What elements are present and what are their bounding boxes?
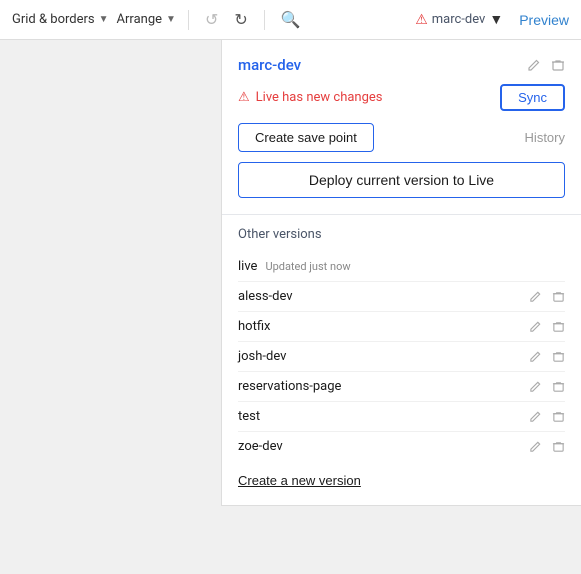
version-edit-button[interactable] [529, 410, 542, 423]
trash-icon [552, 320, 565, 333]
pencil-icon [529, 380, 542, 393]
version-actions [529, 350, 565, 363]
create-new-version-button[interactable]: Create a new version [238, 473, 361, 488]
versions-panel: marc-dev ⚠ Live has new changes Sync [221, 40, 581, 506]
action-row: Create save point History [238, 123, 565, 152]
version-name: zoe-dev [238, 439, 283, 454]
warning-text-label: Live has new changes [256, 90, 383, 105]
version-item: reservations-page [238, 372, 565, 402]
trash-icon [552, 350, 565, 363]
delete-panel-button[interactable] [551, 58, 565, 72]
panel-title: marc-dev [238, 56, 301, 74]
version-item: liveUpdated just now [238, 252, 565, 282]
pencil-icon [529, 320, 542, 333]
grid-borders-menu[interactable]: Grid & borders ▼ [12, 12, 109, 27]
version-delete-button[interactable] [552, 440, 565, 453]
version-name: reservations-page [238, 379, 341, 394]
version-name: hotfix [238, 319, 270, 334]
pencil-icon [529, 440, 542, 453]
warning-message: ⚠ Live has new changes [238, 90, 383, 105]
version-item: zoe-dev [238, 432, 565, 461]
pencil-icon [529, 350, 542, 363]
version-name: josh-dev [238, 349, 286, 364]
history-button[interactable]: History [525, 130, 565, 145]
version-delete-button[interactable] [552, 320, 565, 333]
deploy-button[interactable]: Deploy current version to Live [238, 162, 565, 198]
version-name: test [238, 409, 260, 424]
trash-icon [552, 410, 565, 423]
version-name: liveUpdated just now [238, 259, 351, 274]
alert-icon: ⚠ [415, 12, 428, 28]
pencil-icon [529, 410, 542, 423]
version-item: aless-dev [238, 282, 565, 312]
version-list: liveUpdated just now aless-dev hotfix josh-… [238, 252, 565, 461]
version-edit-button[interactable] [529, 290, 542, 303]
version-actions [529, 380, 565, 393]
version-item: josh-dev [238, 342, 565, 372]
version-badge: Updated just now [265, 260, 350, 273]
arrange-menu[interactable]: Arrange ▼ [117, 12, 176, 27]
trash-icon [552, 440, 565, 453]
version-delete-button[interactable] [552, 350, 565, 363]
trash-icon [552, 380, 565, 393]
version-edit-button[interactable] [529, 440, 542, 453]
version-item: hotfix [238, 312, 565, 342]
version-name: aless-dev [238, 289, 293, 304]
version-actions [529, 440, 565, 453]
arrange-chevron-icon: ▼ [166, 14, 176, 25]
panel-divider [222, 214, 581, 215]
sync-button[interactable]: Sync [500, 84, 565, 111]
pencil-icon [529, 290, 542, 303]
undo-button[interactable]: ↺ [201, 6, 222, 34]
trash-icon [552, 290, 565, 303]
version-delete-button[interactable] [552, 290, 565, 303]
version-actions [529, 290, 565, 303]
toolbar-alert: ⚠ marc-dev ▼ [415, 11, 503, 28]
warning-row: ⚠ Live has new changes Sync [238, 84, 565, 111]
toolbar-brand-name: marc-dev [432, 12, 486, 27]
version-edit-button[interactable] [529, 350, 542, 363]
grid-borders-chevron-icon: ▼ [99, 14, 109, 25]
preview-button[interactable]: Preview [519, 12, 569, 28]
redo-button[interactable]: ↻ [230, 6, 251, 34]
version-edit-button[interactable] [529, 380, 542, 393]
toolbar: Grid & borders ▼ Arrange ▼ ↺ ↻ 🔍 ⚠ marc-… [0, 0, 581, 40]
version-item: test [238, 402, 565, 432]
other-versions-title: Other versions [238, 227, 565, 242]
panel-header: marc-dev [238, 56, 565, 74]
arrange-label: Arrange [117, 12, 162, 27]
create-save-point-button[interactable]: Create save point [238, 123, 374, 152]
version-delete-button[interactable] [552, 380, 565, 393]
panel-action-icons [527, 58, 565, 72]
toolbar-divider-2 [264, 10, 265, 30]
grid-borders-label: Grid & borders [12, 12, 95, 27]
warning-icon: ⚠ [238, 90, 250, 105]
trash-icon [551, 58, 565, 72]
pencil-icon [527, 58, 541, 72]
version-actions [529, 320, 565, 333]
version-delete-button[interactable] [552, 410, 565, 423]
version-edit-button[interactable] [529, 320, 542, 333]
brand-chevron-icon: ▼ [489, 11, 503, 28]
edit-panel-button[interactable] [527, 58, 541, 72]
search-button[interactable]: 🔍 [277, 6, 305, 34]
toolbar-divider-1 [188, 10, 189, 30]
version-actions [529, 410, 565, 423]
